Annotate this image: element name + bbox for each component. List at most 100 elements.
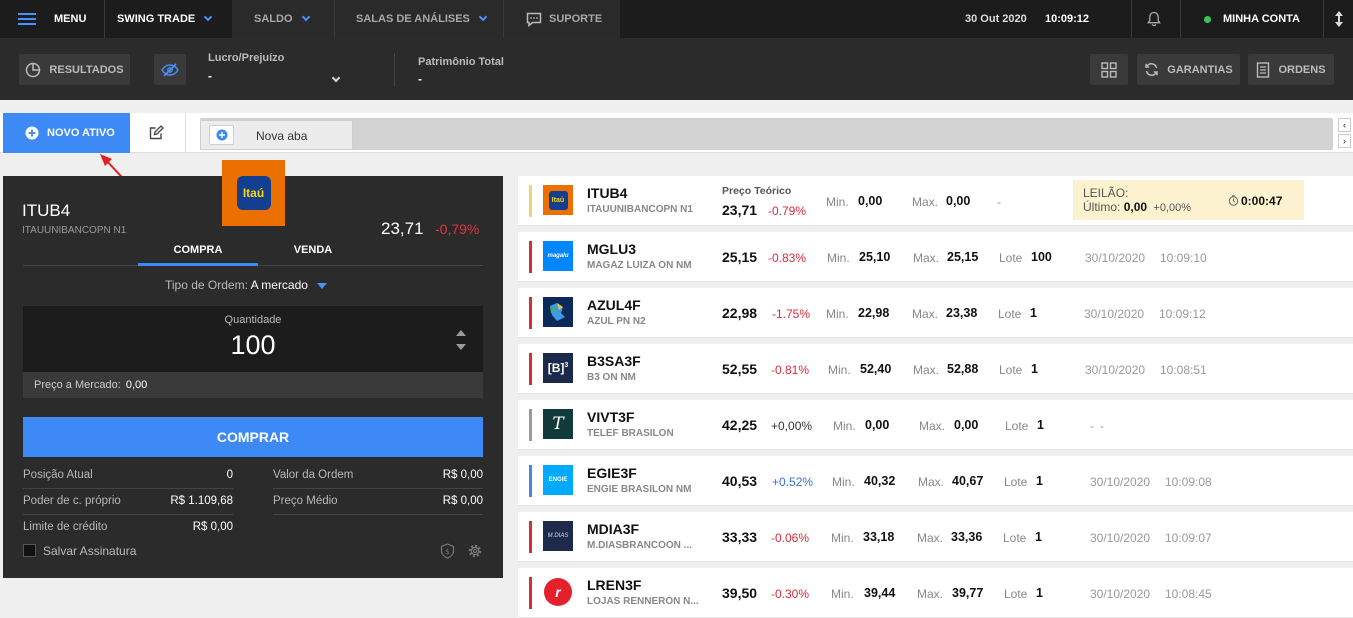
order-type-value: A mercado — [250, 278, 308, 292]
quote-price: 42,25 — [722, 417, 758, 433]
clock-display: 10:09:12 — [1045, 13, 1090, 25]
plus-circle-icon — [25, 126, 39, 140]
lucro-dropdown[interactable] — [331, 68, 341, 86]
tab-venda[interactable]: VENDA — [258, 240, 368, 266]
scroll-left-button[interactable]: ‹ — [1338, 118, 1351, 132]
lote-label: Lote — [999, 363, 1023, 377]
posicao-value: 0 — [226, 469, 233, 481]
grid-view-button[interactable] — [1090, 54, 1128, 85]
quote-card-mglu3[interactable]: magalu MGLU3 MAGAZ LUIZA ON NM 25,15 -0.83%… — [518, 232, 1353, 282]
saldo-dropdown[interactable]: SALDO — [254, 0, 310, 38]
quote-card-egie3f[interactable]: ENGIE EGIE3F ENGIE BRASILON NM 40,53 +0.52%… — [518, 456, 1353, 506]
quote-company: AZUL PN N2 — [587, 316, 646, 327]
notifications-button[interactable] — [1147, 0, 1161, 38]
tab-nova-aba[interactable]: Nova aba — [200, 120, 353, 150]
quote-card-mdia3f[interactable]: M.DIAS MDIA3F M.DIASBRANCOON ... 33,33 -0.0… — [518, 512, 1353, 562]
ordens-label: ORDENS — [1278, 63, 1326, 76]
status-bar — [529, 185, 532, 217]
quantity-stepper[interactable]: Quantidade 100 — [23, 306, 483, 372]
chevron-down-icon — [203, 12, 213, 22]
resultados-label: RESULTADOS — [49, 63, 124, 76]
menu-button[interactable]: MENU — [18, 0, 86, 38]
market-price-label: Preço a Mercado: — [34, 379, 121, 391]
gear-icon[interactable] — [467, 543, 483, 559]
max-label: Max. — [917, 531, 944, 545]
quote-price: 23,71 — [722, 202, 758, 218]
max-label: Max. — [912, 307, 939, 321]
min-value: 25,10 — [859, 250, 891, 264]
limite-value: R$ 0,00 — [192, 521, 233, 533]
quote-ticker: MDIA3F — [587, 521, 640, 537]
auction-box: LEILÃO: Último: 0,00 +0,00% 0:00:47 — [1073, 180, 1304, 220]
min-label: Min. — [832, 475, 855, 489]
quote-price: 22,98 — [722, 305, 758, 321]
quote-card-vivt3f[interactable]: T VIVT3F TELEF BRASILON 42,25 +0,00% Min. 0,0… — [518, 400, 1353, 450]
edit-button[interactable] — [149, 125, 164, 145]
stepper-arrows-icon[interactable] — [455, 329, 467, 351]
comprar-button[interactable]: COMPRAR — [23, 417, 483, 457]
ticket-price: 23,71 — [381, 219, 424, 238]
salas-dropdown[interactable]: SALAS DE ANÁLISES — [356, 0, 488, 38]
status-bar — [529, 577, 532, 609]
lote-value: 1 — [1031, 362, 1038, 376]
online-status-icon — [1204, 15, 1211, 23]
order-ticket: Itaú ITUB4 ITAUUNIBANCOPN N1 23,71 -0,79… — [3, 160, 503, 578]
expand-toggle-button[interactable] — [1334, 0, 1344, 38]
add-tab-button[interactable] — [209, 125, 234, 145]
vertical-arrows-icon — [1335, 11, 1343, 27]
salvar-assinatura-checkbox[interactable] — [23, 544, 36, 557]
resultados-button[interactable]: RESULTADOS — [19, 54, 130, 85]
edit-icon — [149, 125, 164, 140]
garantias-button[interactable]: GARANTIAS — [1137, 54, 1240, 85]
poder-label: Poder de c. próprio — [23, 495, 121, 507]
trade-mode-dropdown[interactable]: SWING TRADE — [117, 0, 213, 38]
lote-value: 1 — [1036, 474, 1043, 488]
quote-company: B3 ON NM — [587, 372, 636, 383]
tab-compra[interactable]: COMPRA — [138, 240, 258, 266]
ultimo-label: Último: — [1083, 200, 1121, 214]
quote-date: 30/10/2020 — [1090, 587, 1151, 601]
min-label: Min. — [831, 531, 854, 545]
max-value: 52,88 — [947, 362, 979, 376]
quote-company: ITAUUNIBANCOPN N1 — [587, 204, 693, 215]
quote-company: M.DIASBRANCOON ... — [587, 540, 692, 551]
quote-card-lren3f[interactable]: r LREN3F LOJAS RENNERON N... 39,50 -0.30% Mi… — [518, 568, 1353, 618]
quote-card-azul4f[interactable]: AZUL4F AZUL PN N2 22,98 -1.75% Min. 22,98 Max.… — [518, 288, 1353, 338]
ordens-button[interactable]: ORDENS — [1248, 54, 1334, 85]
itau-logo: Itaú — [543, 185, 573, 215]
max-value: 33,36 — [951, 530, 983, 544]
ticket-ticker: ITUB4 — [22, 201, 71, 220]
qty-value: 100 — [230, 330, 276, 360]
saldo-label: SALDO — [254, 13, 293, 25]
hide-values-button[interactable] — [154, 54, 186, 85]
shield-dollar-icon[interactable]: $ — [440, 543, 455, 559]
quote-date: 30/10/2020 — [1085, 251, 1146, 265]
comprar-label: COMPRAR — [216, 429, 290, 445]
quote-change: -0.79% — [768, 204, 807, 218]
top-nav: MENU SWING TRADE SALDO SALAS DE ANÁLISES… — [0, 0, 1353, 38]
quote-date: 30/10/2020 — [1085, 363, 1146, 377]
quote-card-b3sa3f[interactable]: [B]3 B3SA3F B3 ON NM 52,55 -0.81% Min. 52,40 M… — [518, 344, 1353, 394]
scroll-right-button[interactable]: › — [1338, 134, 1351, 148]
grid-icon — [1101, 61, 1117, 78]
quote-change: -0.30% — [771, 587, 810, 601]
suporte-button[interactable]: SUPORTE — [526, 0, 602, 38]
valor-ordem-label: Valor da Ordem — [273, 469, 354, 481]
account-button[interactable]: MINHA CONTA — [1204, 0, 1300, 38]
order-type-selector[interactable]: Tipo de Ordem: A mercado — [165, 278, 328, 292]
novo-ativo-button[interactable]: NOVO ATIVO — [3, 113, 130, 153]
eye-slash-icon — [161, 62, 179, 77]
posicao-label: Posição Atual — [23, 469, 93, 481]
tab-label: Nova aba — [256, 129, 308, 143]
quote-time: 10:09:07 — [1165, 531, 1212, 545]
chat-icon — [526, 12, 542, 27]
azul-logo — [543, 297, 573, 327]
lote-value: 1 — [1030, 306, 1037, 320]
salvar-assinatura-label: Salvar Assinatura — [43, 544, 137, 558]
quote-time: 10:08:51 — [1160, 363, 1207, 377]
min-value: 39,44 — [864, 586, 896, 600]
quote-price: 39,50 — [722, 585, 758, 601]
min-value: 52,40 — [860, 362, 892, 376]
document-icon — [1257, 61, 1270, 78]
quote-card-itub4[interactable]: Itaú ITUB4 ITAUUNIBANCOPN N1 Preço Teóri… — [518, 176, 1353, 226]
